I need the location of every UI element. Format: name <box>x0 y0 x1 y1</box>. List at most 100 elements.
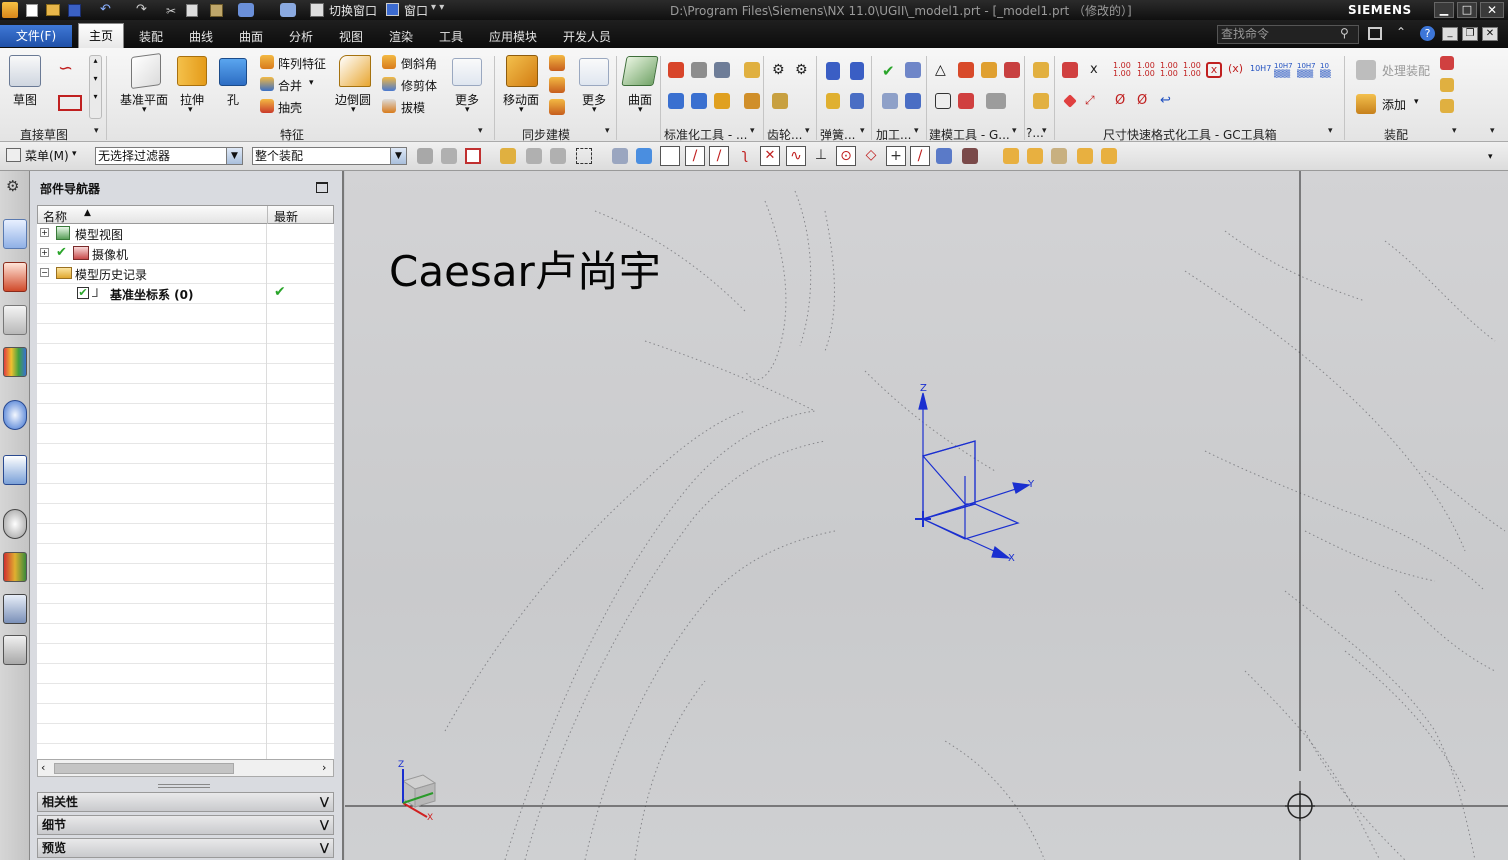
clock-tab-icon[interactable] <box>3 509 27 539</box>
chevron-down-icon[interactable]: ▼ <box>226 148 242 164</box>
fullscreen-icon[interactable] <box>1368 27 1382 40</box>
tab-developer[interactable]: 开发人员 <box>554 26 620 48</box>
pattern-feature-button[interactable]: 阵列特征 <box>278 55 326 72</box>
tab-curve[interactable]: 曲线 <box>178 26 224 48</box>
snap-curve-icon[interactable]: ∿ <box>786 146 806 166</box>
hole-icon[interactable] <box>219 58 247 86</box>
chevron-down-icon[interactable]: ⋁ <box>320 839 329 857</box>
machining-tool-4-icon[interactable] <box>905 93 921 109</box>
open-folder-icon[interactable] <box>46 4 60 16</box>
chevron-down-icon[interactable]: ⋁ <box>320 816 329 834</box>
machining-tool-2-icon[interactable] <box>905 62 921 78</box>
extrude-dropdown[interactable]: ▾ <box>188 105 193 115</box>
assembly-tool-2-icon[interactable] <box>1440 78 1454 92</box>
dim-tool-diameter-1-icon[interactable]: Ø <box>1115 93 1131 109</box>
sync-tool-1-icon[interactable] <box>549 55 565 71</box>
std-tool-8-icon[interactable] <box>744 93 760 109</box>
machining-tool-3-icon[interactable] <box>882 93 898 109</box>
new-file-icon[interactable] <box>26 4 38 17</box>
dim-tool-100b-icon[interactable]: 1.00 1.00 <box>1137 62 1155 78</box>
command-search-input[interactable]: 查找命令 <box>1217 25 1359 44</box>
triangle-tool-icon[interactable]: △ <box>935 62 951 78</box>
manufacturing-wizard-tab-icon[interactable] <box>3 594 27 624</box>
process-studio-tab-icon[interactable] <box>3 552 27 582</box>
snap-tangent-icon[interactable]: ⊥ <box>811 146 831 166</box>
group-assembly-menu[interactable]: ▾ <box>1452 126 1457 136</box>
std-tool-6-icon[interactable] <box>691 93 707 109</box>
select-tool-9-icon[interactable] <box>636 148 652 164</box>
nx-logo-icon[interactable] <box>2 2 18 18</box>
spring-tool-3-icon[interactable] <box>826 93 840 109</box>
assembly-tool-3-icon[interactable] <box>1440 99 1454 113</box>
group-spring-menu[interactable]: ▾ <box>860 126 865 136</box>
section-details[interactable]: 细节 ⋁ <box>37 815 334 835</box>
select-tool-2-icon[interactable] <box>441 148 457 164</box>
snap-point-icon[interactable] <box>660 146 680 166</box>
tree-row-model-views[interactable]: + 模型视图 <box>37 224 334 244</box>
move-face-icon[interactable] <box>506 55 538 87</box>
std-tool-5-icon[interactable] <box>668 93 684 109</box>
select-tool-1-icon[interactable] <box>417 148 433 164</box>
window-menu-button[interactable]: 窗口 <box>404 2 428 19</box>
chevron-down-icon[interactable]: ▼ <box>390 148 406 164</box>
group-direct-sketch-menu[interactable]: ▾ <box>94 126 99 136</box>
tab-application[interactable]: 应用模块 <box>480 26 546 48</box>
profile-icon[interactable]: ∽ <box>58 58 82 80</box>
assembly-tool-1-icon[interactable] <box>1440 56 1454 70</box>
rectangle-icon[interactable] <box>58 95 82 111</box>
snap-existing-point-icon[interactable]: + <box>886 146 906 166</box>
view-triad-icon[interactable] <box>401 769 437 818</box>
close-window-button[interactable]: ✕ <box>1480 2 1504 18</box>
unite-button[interactable]: 合并 <box>278 77 302 94</box>
file-menu-button[interactable]: 文件(F) <box>0 25 72 47</box>
scrollbar-thumb[interactable] <box>54 763 234 774</box>
modeling-tool-5-icon[interactable] <box>935 93 951 109</box>
tab-tools[interactable]: 工具 <box>428 26 474 48</box>
switch-window-button[interactable]: 切换窗口 <box>329 2 377 19</box>
modeling-tool-6-icon[interactable] <box>958 93 974 109</box>
assembly-select-4-icon[interactable] <box>1077 148 1093 164</box>
snap-face-icon[interactable] <box>936 148 952 164</box>
sort-ascending-icon[interactable]: ▲ <box>84 208 91 218</box>
dim-tool-100d-icon[interactable]: 1.00 1.00 <box>1183 62 1201 78</box>
web-browser-tab-icon[interactable] <box>3 400 27 430</box>
undo-icon[interactable]: ↶ <box>100 3 116 17</box>
process-assembly-button[interactable]: 处理装配 <box>1382 62 1430 79</box>
dim-tool-diag-2-icon[interactable]: ⤢ <box>1085 93 1101 109</box>
dim-tool-1-icon[interactable] <box>1062 62 1078 78</box>
group-dim-format-menu[interactable]: ▾ <box>1328 126 1333 136</box>
hole-button[interactable]: 孔 <box>227 91 239 108</box>
std-tool-7-icon[interactable] <box>714 93 730 109</box>
modeling-tool-2-icon[interactable] <box>958 62 974 78</box>
select-tool-5-icon[interactable] <box>526 148 542 164</box>
menu-chevron-icon[interactable]: ▾ <box>72 149 77 159</box>
std-tool-4-icon[interactable] <box>744 62 760 78</box>
assembly-select-5-icon[interactable] <box>1101 148 1117 164</box>
std-tool-2-icon[interactable] <box>691 62 707 78</box>
selection-filter-select[interactable]: 无选择过滤器 ▼ <box>95 147 243 165</box>
gear-tool-1-icon[interactable]: ⚙ <box>772 62 788 78</box>
sync-tool-3-icon[interactable] <box>549 99 565 115</box>
maximize-window-button[interactable]: □ <box>1457 2 1477 18</box>
std-tool-1-icon[interactable] <box>668 62 684 78</box>
dim-tool-x-icon[interactable]: x <box>1090 62 1102 78</box>
group-short-menu[interactable]: ▾ <box>1042 126 1047 136</box>
select-tool-8-icon[interactable] <box>612 148 628 164</box>
more-features-icon[interactable] <box>452 58 482 86</box>
select-tool-3-icon[interactable] <box>465 148 481 164</box>
dim-tool-100c-icon[interactable]: 1.00 1.00 <box>1160 62 1178 78</box>
repeat-command-icon[interactable] <box>238 3 254 17</box>
panel-splitter[interactable] <box>158 784 210 788</box>
scroll-right-icon[interactable]: › <box>322 761 326 774</box>
unite-dropdown[interactable]: ▾ <box>309 78 314 88</box>
history-tab-icon[interactable] <box>3 455 27 485</box>
toolbar-options-chevron-icon[interactable]: ▾ <box>1488 152 1493 162</box>
touch-mode-icon[interactable] <box>280 3 296 17</box>
extrude-icon[interactable] <box>177 56 207 86</box>
sketch-icon[interactable] <box>9 55 41 87</box>
snap-midpoint-icon[interactable]: / <box>709 146 729 166</box>
help-icon[interactable]: ? <box>1420 26 1435 41</box>
std-tool-3-icon[interactable] <box>714 62 730 78</box>
reuse-library-tab-icon[interactable] <box>3 347 27 377</box>
chamfer-button[interactable]: 倒斜角 <box>401 55 437 72</box>
